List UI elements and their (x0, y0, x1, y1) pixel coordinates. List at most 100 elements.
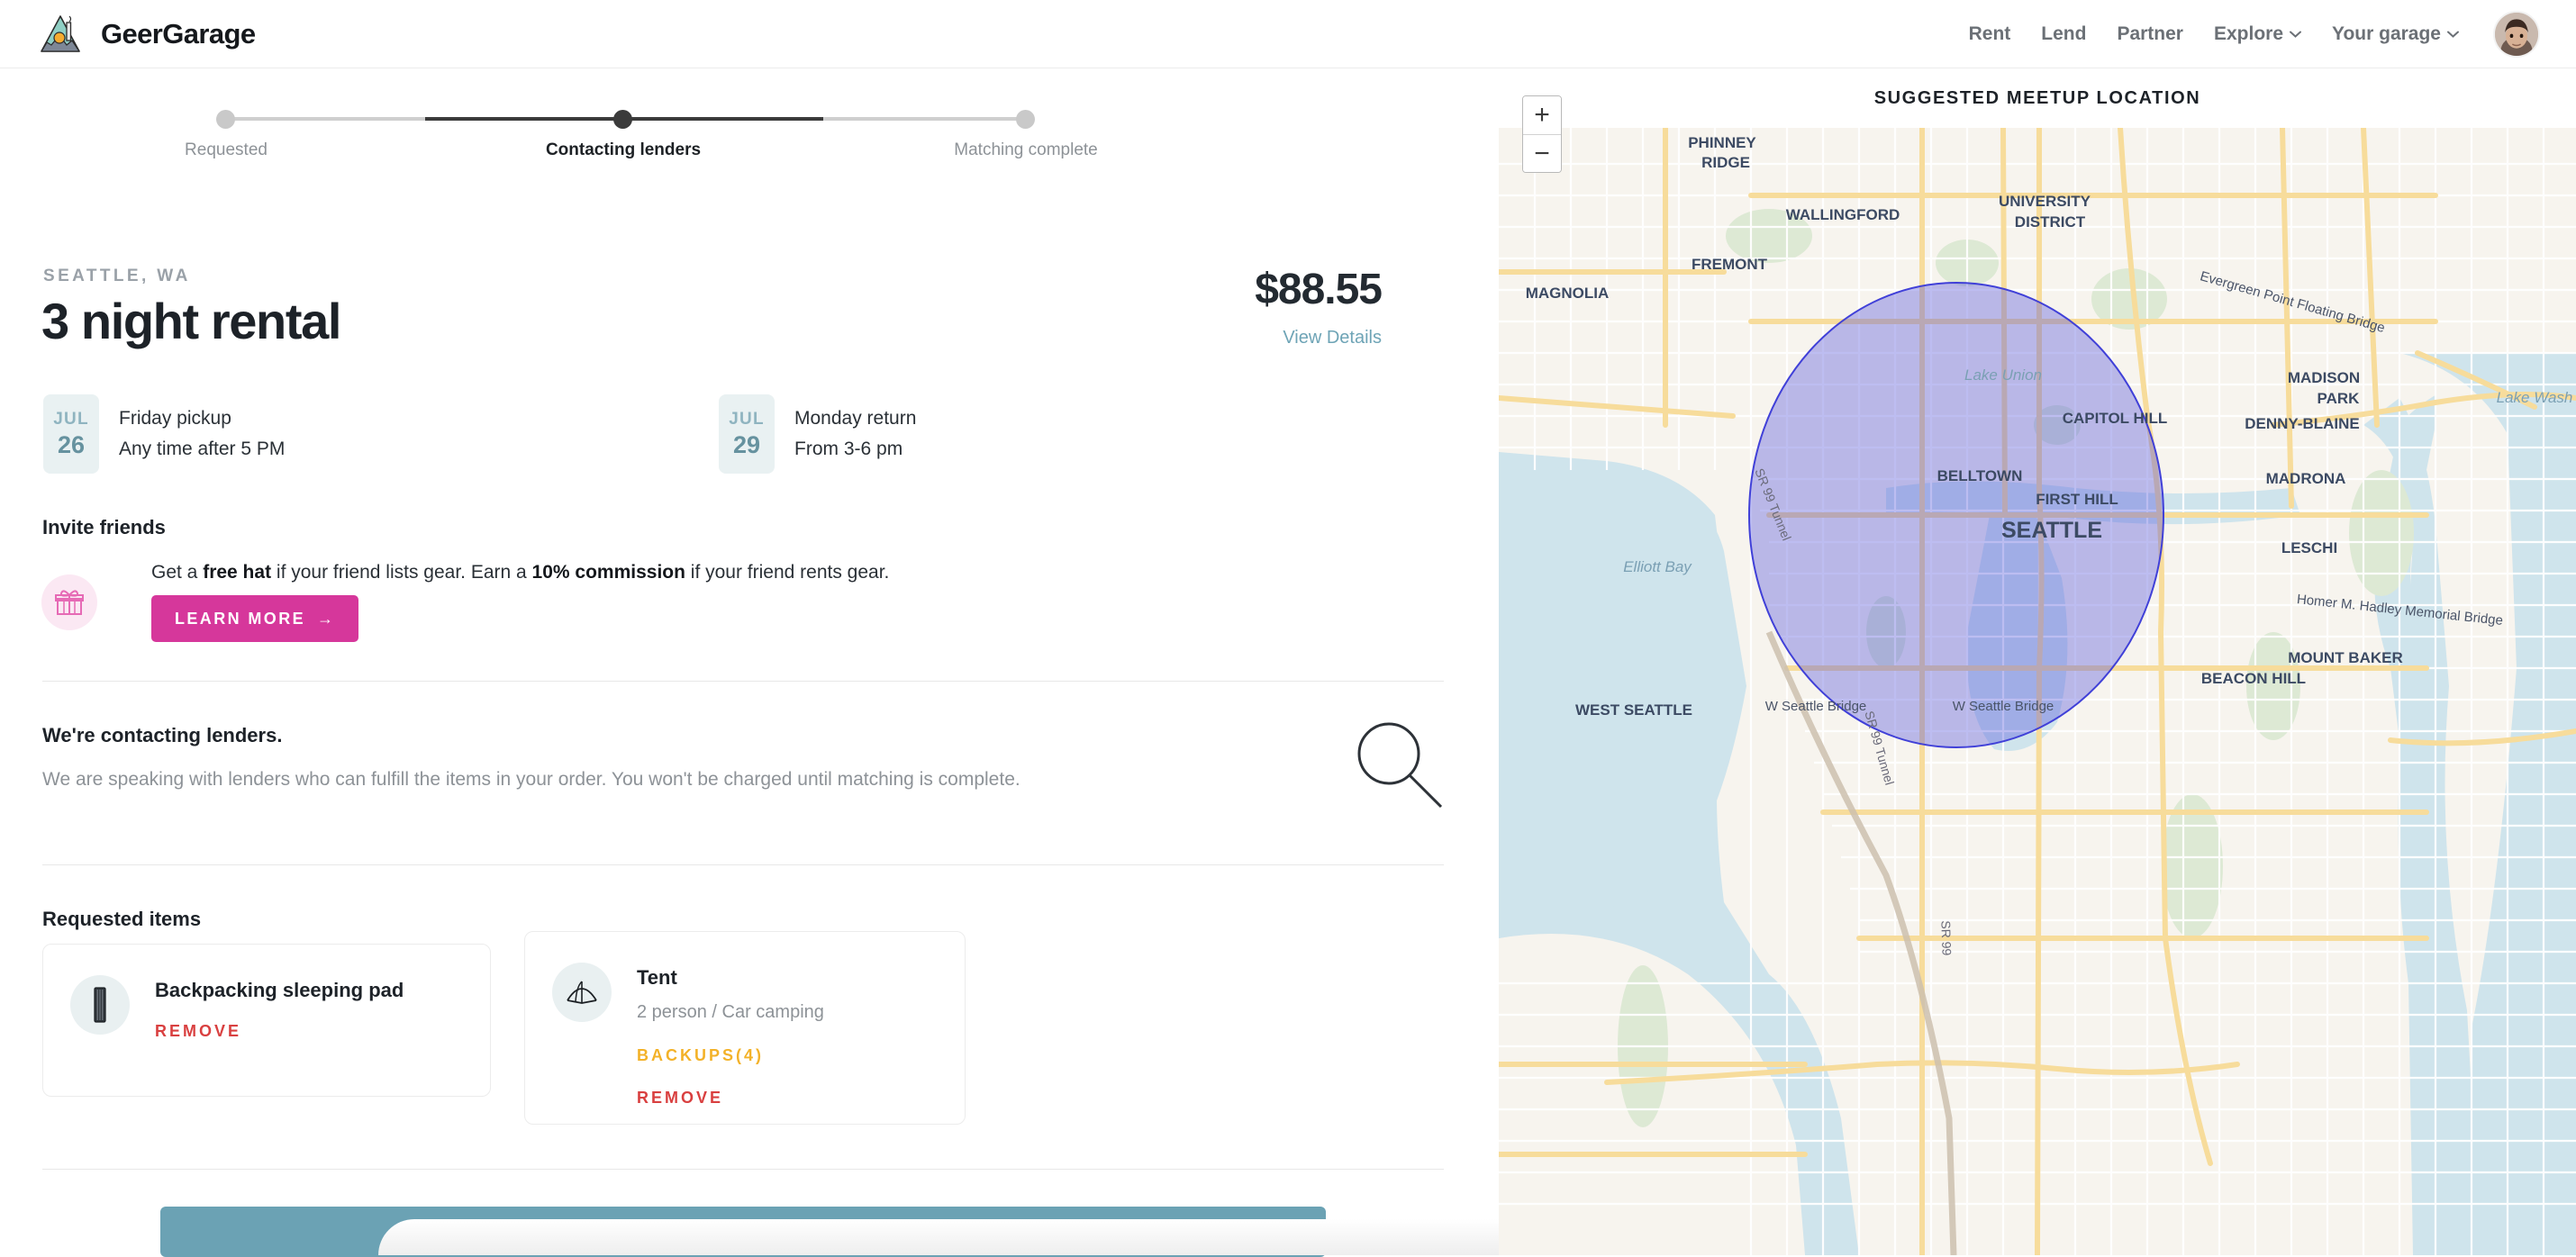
invite-bold-commission: 10% commission (531, 562, 685, 583)
svg-text:DISTRICT: DISTRICT (2015, 213, 2086, 231)
avatar[interactable] (2493, 10, 2540, 58)
progress-label-requested: Requested (185, 140, 268, 159)
svg-text:DENNY-BLAINE: DENNY-BLAINE (2245, 415, 2360, 432)
learn-more-label: LEARN MORE (175, 609, 305, 628)
invite-bold-free-hat: free hat (203, 562, 272, 583)
svg-text:FREMONT: FREMONT (1692, 256, 1768, 273)
progress-label-contacting: Contacting lenders (545, 140, 702, 159)
svg-text:SEATTLE: SEATTLE (2001, 518, 2102, 543)
pickup-title: Friday pickup (119, 408, 231, 429)
site-header: GeerGarage Rent Lend Partner Explore You… (0, 0, 2576, 68)
item-backups-link[interactable]: BACKUPS(4) (637, 1046, 824, 1065)
progress-dot-requested[interactable] (216, 110, 235, 129)
brand-name: GeerGarage (101, 17, 256, 50)
view-details-link[interactable]: View Details (1283, 328, 1382, 348)
chevron-down-icon (2290, 31, 2302, 38)
item-remove-link[interactable]: REMOVE (637, 1089, 824, 1108)
nav-item-explore[interactable]: Explore (2213, 23, 2302, 45)
sleeping-pad-icon (70, 975, 130, 1035)
nav-item-partner[interactable]: Partner (2117, 23, 2183, 45)
divider (42, 1169, 1444, 1170)
return-date-block: JUL 29 Monday return From 3-6 pm (719, 394, 916, 474)
pickup-month: JUL (53, 409, 89, 429)
return-date-chip: JUL 29 (719, 394, 775, 474)
invite-text-3: if your friend rents gear. (685, 562, 890, 583)
svg-text:WEST SEATTLE: WEST SEATTLE (1575, 701, 1692, 719)
invite-text-2: if your friend lists gear. Earn a (271, 562, 532, 583)
nav-label: Explore (2213, 23, 2284, 44)
svg-text:MAGNOLIA: MAGNOLIA (1526, 285, 1610, 302)
progress-label-matching: Matching complete (954, 140, 1098, 159)
chevron-down-icon (2447, 31, 2459, 38)
contacting-body: We are speaking with lenders who can ful… (42, 769, 1020, 790)
svg-text:MADISON: MADISON (2288, 369, 2360, 386)
return-time: From 3-6 pm (794, 439, 903, 459)
requested-items-heading: Requested items (42, 908, 202, 930)
svg-text:Lake Wash: Lake Wash (2497, 389, 2573, 406)
progress-track-4 (823, 117, 1025, 121)
svg-text:BELLTOWN: BELLTOWN (1937, 467, 2023, 484)
progress-track-2-done (425, 117, 623, 121)
pickup-date-block: JUL 26 Friday pickup Any time after 5 PM (43, 394, 285, 474)
zoom-in-button[interactable]: + (1523, 96, 1561, 134)
svg-text:SR 99: SR 99 (1938, 920, 1954, 956)
magnifying-glass-icon (1344, 715, 1452, 823)
pickup-date-chip: JUL 26 (43, 394, 99, 474)
item-remove-link[interactable]: REMOVE (155, 1022, 404, 1041)
progress-track-1 (225, 117, 425, 121)
svg-text:CAPITOL HILL: CAPITOL HILL (2063, 410, 2168, 427)
order-panel: Requested Contacting lenders Matching co… (0, 68, 1499, 1257)
svg-text:MOUNT BAKER: MOUNT BAKER (2288, 649, 2403, 666)
item-card-sleeping-pad[interactable]: Backpacking sleeping pad REMOVE (42, 944, 491, 1097)
item-subtitle: 2 person / Car camping (637, 1002, 824, 1022)
arrow-right-icon: → (317, 609, 336, 628)
divider (42, 681, 1444, 682)
learn-more-button[interactable]: LEARN MORE → (151, 595, 359, 642)
nav-label: Partner (2117, 23, 2183, 44)
progress-dot-matching[interactable] (1016, 110, 1035, 129)
progress-dot-contacting[interactable] (613, 110, 632, 129)
map-title: SUGGESTED MEETUP LOCATION (1873, 88, 2201, 108)
pickup-day: 26 (57, 430, 86, 458)
zoom-out-button[interactable]: − (1523, 134, 1561, 172)
mountain-logo-icon (40, 14, 83, 55)
svg-text:Elliott Bay: Elliott Bay (1623, 558, 1692, 575)
map-zoom-controls: + − (1522, 95, 1562, 173)
nav-label: Your garage (2332, 23, 2441, 44)
rental-dates: JUL 26 Friday pickup Any time after 5 PM… (43, 394, 1304, 477)
map-canvas[interactable]: PHINNEY RIDGE WALLINGFORD UNIVERSITY DIS… (1499, 128, 2576, 1255)
order-price: $88.55 (1255, 266, 1383, 313)
svg-text:WALLINGFORD: WALLINGFORD (1786, 206, 1900, 223)
map-panel: SUGGESTED MEETUP LOCATION PHINNEY RIDGE … (1499, 68, 2576, 1255)
item-card-tent[interactable]: Tent 2 person / Car camping BACKUPS(4) R… (524, 931, 966, 1125)
svg-text:RIDGE: RIDGE (1701, 154, 1750, 171)
item-name: Tent (637, 966, 677, 989)
brand[interactable]: GeerGarage (40, 14, 256, 55)
invite-description: Get a free hat if your friend lists gear… (151, 562, 889, 583)
return-day: 29 (732, 430, 761, 458)
item-name: Backpacking sleeping pad (155, 979, 404, 1001)
nav-item-lend[interactable]: Lend (2041, 23, 2086, 45)
main-nav: Rent Lend Partner Explore Your garage (1969, 10, 2540, 58)
nav-item-rent[interactable]: Rent (1969, 23, 2011, 45)
page-title: 3 night rental (41, 293, 341, 349)
return-month: JUL (729, 409, 765, 429)
svg-text:PARK: PARK (2317, 390, 2361, 407)
contacting-heading: We're contacting lenders. (42, 724, 283, 746)
pickup-time: Any time after 5 PM (119, 439, 286, 459)
svg-text:BEACON HILL: BEACON HILL (2201, 670, 2306, 687)
order-city: SEATTLE, WA (43, 267, 191, 285)
svg-text:W Seattle Bridge: W Seattle Bridge (1953, 699, 2054, 714)
invite-text-1: Get a (151, 562, 204, 583)
svg-text:UNIVERSITY: UNIVERSITY (1999, 193, 2091, 210)
divider (42, 864, 1444, 865)
order-progress: Requested Contacting lenders Matching co… (0, 97, 1450, 160)
return-title: Monday return (794, 408, 917, 429)
svg-text:LESCHI: LESCHI (2281, 539, 2337, 556)
svg-text:MADRONA: MADRONA (2266, 470, 2346, 487)
nav-label: Rent (1968, 23, 2011, 44)
nav-label: Lend (2041, 23, 2087, 44)
nav-item-your-garage[interactable]: Your garage (2332, 23, 2459, 45)
footer-panel (378, 1219, 1499, 1255)
invite-heading: Invite friends (42, 516, 166, 538)
